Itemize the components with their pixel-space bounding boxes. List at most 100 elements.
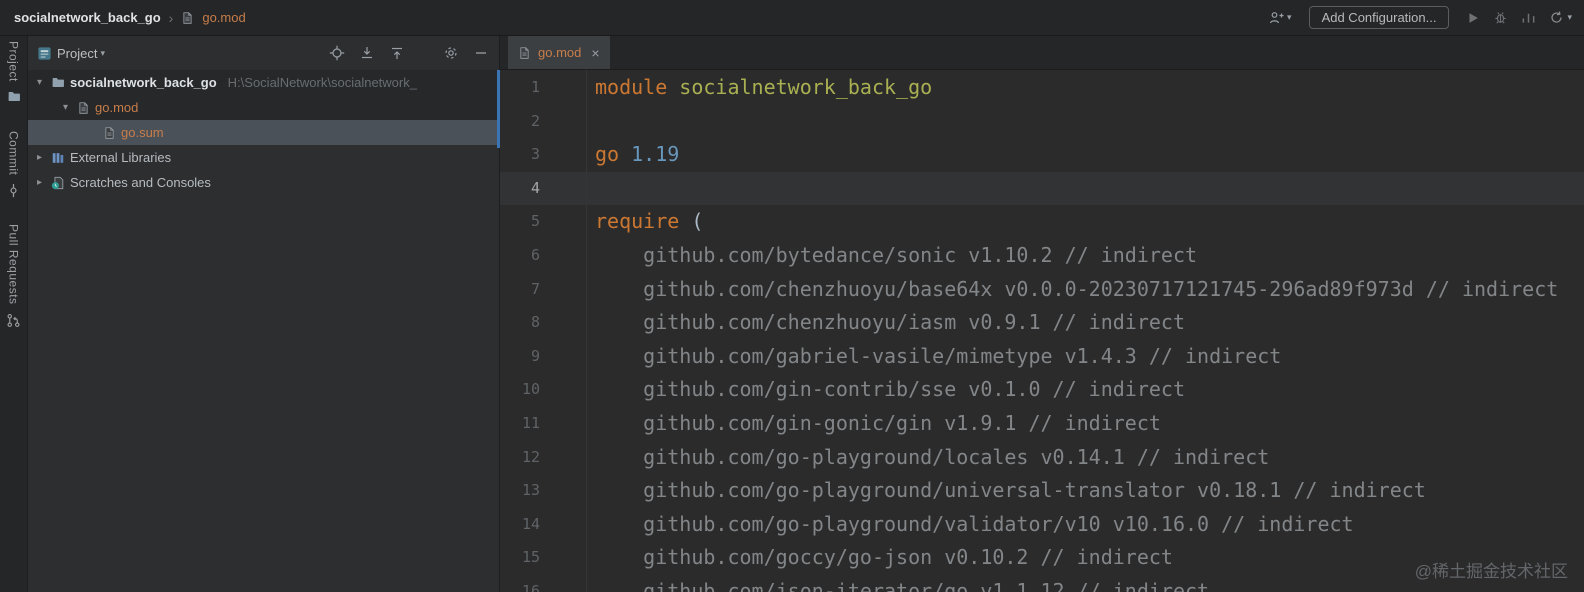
stripe-pull-requests-label: Pull Requests [6, 224, 21, 305]
code-line-text: go 1.19 [595, 142, 680, 167]
tab-label: go.mod [538, 45, 582, 60]
chevron-down-icon[interactable]: ▾ [33, 77, 46, 88]
expand-all-button[interactable] [359, 45, 375, 61]
code-line-5[interactable]: 5 require ( [500, 205, 1584, 239]
hide-panel-button[interactable] [473, 45, 489, 61]
code-line-6[interactable]: 6 github.com/bytedance/sonic v1.10.2 // … [500, 239, 1584, 273]
minus-icon [473, 45, 489, 61]
stripe-commit-label: Commit [6, 130, 21, 176]
breadcrumb-separator: › [168, 9, 174, 26]
project-panel-toolbar [329, 45, 489, 61]
expand-all-icon [359, 45, 375, 61]
code-line-7[interactable]: 7 github.com/chenzhuoyu/base64x v0.0.0-2… [500, 273, 1584, 307]
refresh-icon [1549, 10, 1564, 25]
gutter-separator [586, 70, 587, 592]
chevron-down-icon: ▾ [1567, 12, 1572, 22]
run-button[interactable] [1466, 11, 1480, 25]
chevron-down-icon: ▾ [1287, 12, 1292, 22]
panel-splitter-highlight[interactable] [497, 70, 500, 148]
code-line-4[interactable]: 4 [500, 171, 1584, 206]
code-line-text: github.com/go-playground/universal-trans… [595, 478, 1426, 503]
chevron-right-icon[interactable]: ▸ [33, 177, 46, 188]
file-icon [103, 126, 116, 140]
run-icon [1466, 11, 1480, 25]
tree-item-scratches-and-consoles[interactable]: ▸ Scratches and Consoles [27, 170, 499, 195]
profiler-icon [1521, 10, 1536, 25]
project-view-selector[interactable]: Project ▾ [37, 46, 105, 61]
code-line-text [586, 172, 595, 206]
code-line-12[interactable]: 12 github.com/go-playground/locales v0.1… [500, 441, 1584, 475]
file-icon [77, 101, 90, 115]
line-number: 5 [530, 212, 540, 231]
project-tool-icon [37, 46, 52, 61]
project-panel-header: Project ▾ [27, 36, 499, 70]
code-line-text [586, 105, 595, 139]
line-number: 6 [530, 245, 540, 264]
code-line-text: github.com/gin-gonic/gin v1.9.1 // indir… [595, 410, 1161, 435]
commit-icon [6, 183, 21, 198]
close-icon[interactable]: × [591, 45, 599, 61]
code-line-13[interactable]: 13 github.com/go-playground/universal-tr… [500, 474, 1584, 508]
tree-item-path: H:\SocialNetwork\socialnetwork_ [227, 75, 417, 90]
tree-item-go-sum[interactable]: go.sum [27, 120, 499, 145]
line-number: 7 [530, 279, 540, 298]
collapse-all-icon [389, 45, 405, 61]
editor-code: 1 module socialnetwork_back_go 2 3 go 1.19 4 5… [500, 70, 1584, 592]
project-panel: Project ▾ ▾ socialnetwork_back_go H:\Socia… [27, 36, 500, 592]
debug-button[interactable] [1493, 10, 1508, 25]
code-line-text: github.com/gin-contrib/sse v0.1.0 // ind… [595, 377, 1186, 402]
chevron-right-icon[interactable]: ▸ [33, 152, 46, 163]
refresh-button[interactable]: ▾ [1549, 10, 1572, 25]
stripe-project-button[interactable]: Project [7, 41, 21, 103]
stripe-commit-button[interactable]: Commit [6, 131, 21, 198]
pull-request-icon [6, 313, 21, 328]
file-icon [181, 11, 194, 25]
tree-item-label: Scratches and Consoles [70, 175, 211, 190]
code-line-10[interactable]: 10 github.com/gin-contrib/sse v0.1.0 // … [500, 373, 1584, 407]
code-line-text: github.com/goccy/go-json v0.10.2 // indi… [595, 545, 1173, 570]
line-number: 13 [521, 481, 540, 500]
library-icon [51, 151, 65, 165]
code-line-11[interactable]: 11 github.com/gin-gonic/gin v1.9.1 // in… [500, 407, 1584, 441]
add-configuration-button[interactable]: Add Configuration... [1308, 6, 1450, 29]
code-line-text: require ( [595, 209, 704, 234]
code-line-8[interactable]: 8 github.com/chenzhuoyu/iasm v0.9.1 // i… [500, 306, 1584, 340]
line-number: 10 [521, 380, 540, 399]
code-line-text: github.com/chenzhuoyu/iasm v0.9.1 // ind… [595, 310, 1186, 335]
chevron-down-icon: ▾ [100, 47, 105, 58]
bug-icon [1493, 10, 1508, 25]
collapse-all-button[interactable] [389, 45, 405, 61]
code-line-text: module socialnetwork_back_go [595, 75, 933, 99]
tree-item-label: go.mod [95, 100, 139, 115]
tree-item-go-mod[interactable]: ▾ go.mod [27, 95, 499, 120]
code-line-14[interactable]: 14 github.com/go-playground/validator/v1… [500, 508, 1584, 542]
file-icon [518, 46, 531, 60]
code-line-3[interactable]: 3 go 1.19 [500, 138, 1584, 172]
user-icon [1268, 10, 1284, 26]
editor: 1 module socialnetwork_back_go 2 3 go 1.19 4 5… [500, 70, 1584, 592]
code-line-2[interactable]: 2 [500, 105, 1584, 139]
code-line-9[interactable]: 9 github.com/gabriel-vasile/mimetype v1.… [500, 340, 1584, 374]
line-number: 2 [530, 111, 540, 130]
scratch-icon [51, 176, 65, 190]
line-number: 15 [521, 548, 540, 567]
breadcrumb-project[interactable]: socialnetwork_back_go [14, 10, 161, 25]
code-line-1[interactable]: 1 module socialnetwork_back_go [500, 71, 1584, 105]
chevron-down-icon[interactable]: ▾ [59, 102, 72, 113]
profiler-button[interactable] [1521, 10, 1536, 25]
tree-item-external-libraries[interactable]: ▸ External Libraries [27, 145, 499, 170]
user-button[interactable]: ▾ [1268, 10, 1292, 26]
settings-button[interactable] [443, 45, 459, 61]
tree-item-socialnetwork-back-go[interactable]: ▾ socialnetwork_back_go H:\SocialNetwork\s… [27, 70, 499, 95]
stripe-pull-requests-button[interactable]: Pull Requests [6, 224, 21, 328]
tree-item-label: socialnetwork_back_go [70, 75, 217, 90]
breadcrumb: socialnetwork_back_go › go.mod [14, 10, 246, 26]
gear-icon [443, 45, 459, 61]
line-number: 4 [530, 178, 540, 197]
code-line-text: github.com/go-playground/locales v0.14.1… [595, 444, 1270, 469]
tab-go-mod[interactable]: go.mod × [508, 36, 610, 69]
locate-file-button[interactable] [329, 45, 345, 61]
line-number: 8 [530, 313, 540, 332]
breadcrumb-file[interactable]: go.mod [202, 10, 245, 25]
code-line-text: github.com/chenzhuoyu/base64x v0.0.0-202… [595, 276, 1559, 301]
